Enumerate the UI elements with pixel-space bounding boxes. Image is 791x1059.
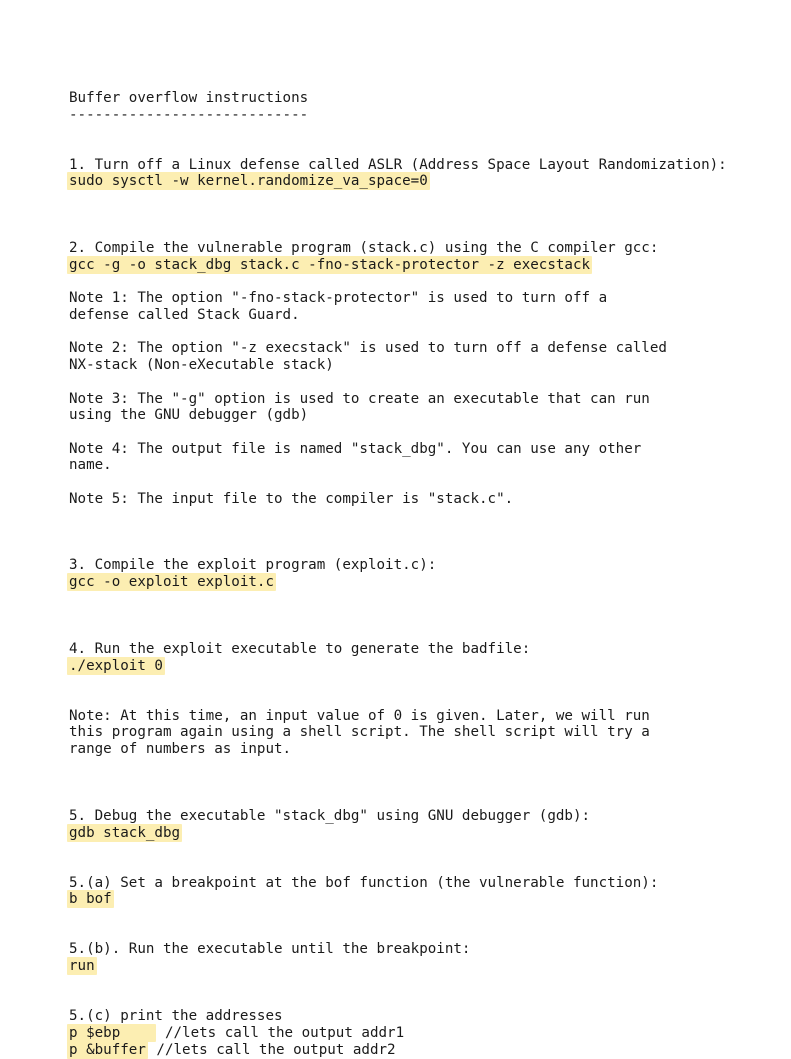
command-highlight[interactable]: b bof (67, 890, 114, 909)
text-line: defense called Stack Guard. (69, 307, 300, 324)
command-highlight[interactable]: gcc -g -o stack_dbg stack.c -fno-stack-p… (67, 255, 593, 274)
command-line[interactable]: run (67, 957, 769, 976)
text-line: using the GNU debugger (gdb) (69, 407, 309, 424)
command-line[interactable]: ./exploit 0 (67, 656, 769, 675)
text-line: Note 2: The option "-z execstack" is use… (69, 340, 667, 357)
command-highlight[interactable]: p &buffer (67, 1040, 148, 1059)
command-line[interactable]: sudo sysctl -w kernel.randomize_va_space… (67, 172, 769, 191)
text-line: 3. Compile the exploit program (exploit.… (69, 557, 437, 574)
command-line[interactable]: p &buffer //lets call the output addr2 (67, 1040, 769, 1059)
text-line: 4. Run the exploit executable to generat… (69, 640, 531, 657)
command-line[interactable]: p $ebp //lets call the output addr1 (67, 1023, 769, 1042)
command-highlight[interactable]: p $ebp (67, 1023, 157, 1042)
text-line: 5.(b). Run the executable until the brea… (69, 941, 471, 958)
text-line: name. (69, 457, 112, 474)
text-line: 5. Debug the executable "stack_dbg" usin… (69, 807, 591, 824)
command-highlight[interactable]: ./exploit 0 (67, 656, 165, 675)
text-line: Note 3: The "-g" option is used to creat… (69, 390, 650, 407)
command-line[interactable]: b bof (67, 890, 769, 909)
text-line: NX-stack (Non-eXecutable stack) (69, 357, 334, 374)
command-highlight[interactable]: gcc -o exploit exploit.c (67, 573, 276, 592)
text-line: Note: At this time, an input value of 0 … (69, 707, 650, 724)
text-line: Note 1: The option "-fno-stack-protector… (69, 290, 608, 307)
title-underline-rule: ---------------------------- (69, 106, 309, 123)
text-line: Note 4: The output file is named "stack_… (69, 440, 642, 457)
text-line: this program again using a shell script.… (69, 724, 650, 741)
command-comment: //lets call the output addr2 (147, 1041, 396, 1058)
command-line[interactable]: gcc -o exploit exploit.c (67, 573, 769, 592)
text-line: Note 5: The input file to the compiler i… (69, 490, 514, 507)
command-highlight[interactable]: gdb stack_dbg (67, 823, 183, 842)
text-line: 5.(c) print the addresses (69, 1008, 283, 1025)
command-line[interactable]: gcc -g -o stack_dbg stack.c -fno-stack-p… (67, 255, 769, 274)
text-line: 5.(a) Set a breakpoint at the bof functi… (69, 874, 659, 891)
command-highlight[interactable]: run (67, 957, 97, 976)
text-line: 2. Compile the vulnerable program (stack… (69, 240, 659, 257)
plain-text-document: Buffer overflow instructions ------------… (67, 90, 769, 1059)
text-line: range of numbers as input. (69, 741, 292, 758)
document-title: Buffer overflow instructions (69, 90, 309, 106)
command-comment: //lets call the output addr1 (156, 1024, 405, 1041)
command-line[interactable]: gdb stack_dbg (67, 823, 769, 842)
text-line: 1. Turn off a Linux defense called ASLR … (69, 156, 727, 173)
command-highlight[interactable]: sudo sysctl -w kernel.randomize_va_space… (67, 172, 430, 191)
